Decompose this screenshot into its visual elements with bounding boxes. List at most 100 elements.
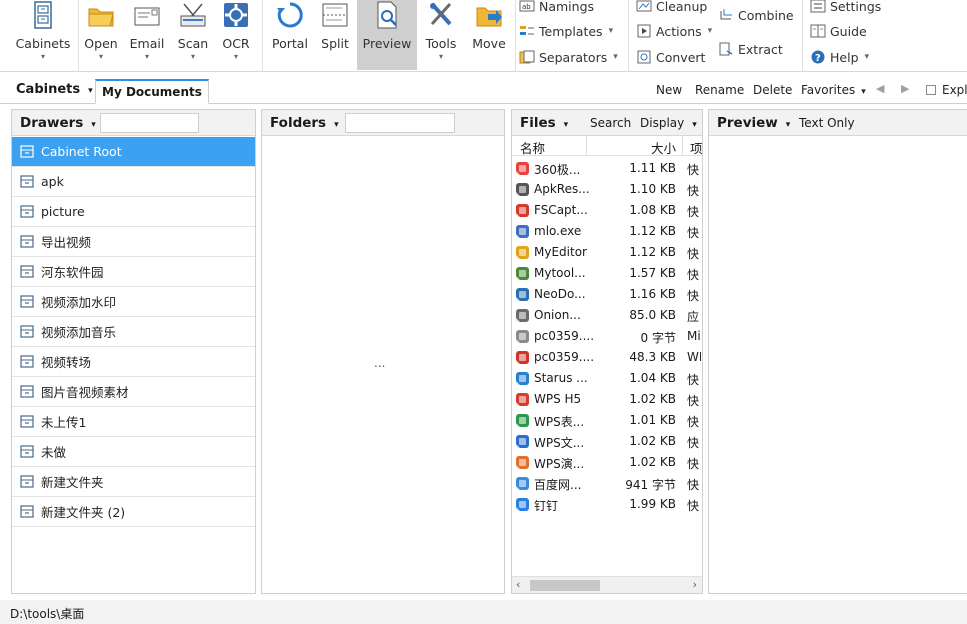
file-row[interactable]: WPS表... 1.01 KB 快 [512,410,702,431]
explore-checkbox[interactable] [926,85,936,95]
file-icon [515,245,530,260]
column-divider[interactable] [586,136,587,155]
drawer-item[interactable]: 未做 [12,437,255,467]
cleanup-button[interactable]: Cleanup [636,0,707,17]
file-row[interactable]: WPS H5 1.02 KB 快 [512,389,702,410]
chevron-down-icon: ▾ [861,87,866,97]
folders-dropdown[interactable]: Folders ▾ [270,115,339,131]
folders-placeholder: ... [374,356,386,370]
move-icon [476,7,502,27]
column-header-name[interactable]: 名称 [520,138,545,157]
drawer-icon [20,235,34,248]
split-button[interactable]: Split [314,0,356,70]
column-header-size[interactable]: 大小 [651,138,676,157]
file-icon [515,392,530,407]
drawer-item-label: picture [41,204,85,219]
templates-button[interactable]: Templates ▾ [519,20,613,42]
help-button[interactable]: ? Help ▾ [810,46,869,68]
file-row[interactable]: Starus ... 1.04 KB 快 [512,368,702,389]
chevron-right-icon[interactable]: › [693,578,697,591]
ribbon-toolbar: Cabinets ▾ Open ▾ Email ▾ Scan ▾ OCR ▾ P… [0,0,967,72]
rename-button[interactable]: Rename [695,83,744,97]
drawer-item[interactable]: 视频添加水印 [12,287,255,317]
drawer-item[interactable]: 新建文件夹 [12,467,255,497]
file-row[interactable]: MyEditor 1.12 KB 快 [512,242,702,263]
file-type: 快 [687,478,700,492]
preview-mode-text-only[interactable]: Text Only [799,116,855,130]
column-header-type[interactable]: 项 [690,138,703,157]
search-button[interactable]: Search [590,116,631,130]
forward-arrow-icon[interactable]: ▶ [901,82,909,95]
drawer-item[interactable]: apk [12,167,255,197]
file-row[interactable]: 百度网... 941 字节快 [512,473,702,494]
separators-button[interactable]: Separators ▾ [519,46,618,68]
files-dropdown[interactable]: Files ▾ [520,115,568,131]
drawer-item[interactable]: 未上传1 [12,407,255,437]
file-row[interactable]: 钉钉 1.99 KB 快 [512,494,702,515]
chevron-down-icon: ▾ [190,52,195,61]
file-type: 快 [687,268,700,282]
portal-button[interactable]: Portal [268,0,312,70]
tab-my-documents[interactable]: My Documents [95,79,209,104]
extract-button[interactable]: Extract [718,38,783,60]
chevron-down-icon: ▾ [785,120,791,130]
favorites-dropdown[interactable]: Favorites ▾ [801,83,866,97]
file-row[interactable]: pc0359.... 48.3 KB WF [512,347,702,368]
file-size: 1.02 KB [629,455,676,469]
file-row[interactable]: WPS文... 1.02 KB 快 [512,431,702,452]
open-button[interactable]: Open ▾ [80,0,122,70]
files-horizontal-scrollbar[interactable]: ‹ › [512,576,702,593]
file-row[interactable]: pc0359.... 0 字节 Mi [512,326,702,347]
cleanup-icon [636,0,652,13]
drawers-dropdown[interactable]: Drawers ▾ [20,115,96,131]
drawers-header: Drawers ▾ [12,110,255,136]
file-row[interactable]: ApkRes... 1.10 KB 快 [512,179,702,200]
move-button[interactable]: Move [466,0,512,70]
drawer-item-label: 视频转场 [41,355,92,370]
drawer-item[interactable]: 导出视频 [12,227,255,257]
drawer-item[interactable]: Cabinet Root [12,137,255,167]
file-row[interactable]: FSCapt... 1.08 KB 快 [512,200,702,221]
drawer-item[interactable]: 新建文件夹 (2) [12,497,255,527]
settings-button[interactable]: Settings [810,0,881,17]
ocr-button[interactable]: OCR ▾ [216,0,256,70]
back-arrow-icon[interactable]: ◀ [876,82,884,95]
file-row[interactable]: NeoDo... 1.16 KB 快 [512,284,702,305]
cabinets-dropdown[interactable]: Cabinets ▾ [16,82,93,97]
drawer-item[interactable]: 河东软件园 [12,257,255,287]
drawer-item-label: 视频添加水印 [41,295,117,310]
drawer-item[interactable]: picture [12,197,255,227]
preview-button[interactable]: Preview [357,0,417,70]
file-row[interactable]: Mytool... 1.57 KB 快 [512,263,702,284]
namings-button[interactable]: ab Namings [519,0,594,17]
column-divider[interactable] [682,136,683,155]
scan-button[interactable]: Scan ▾ [172,0,214,70]
delete-button[interactable]: Delete [753,83,792,97]
file-row[interactable]: mlo.exe 1.12 KB 快 [512,221,702,242]
file-row[interactable]: WPS演... 1.02 KB 快 [512,452,702,473]
guide-button[interactable]: Guide [810,20,867,42]
file-row[interactable]: Onion... 85.0 KB 应 [512,305,702,326]
combine-button[interactable]: Combine [718,4,794,26]
folders-filter-input[interactable] [345,113,455,133]
cabinets-button[interactable]: Cabinets ▾ [12,0,74,70]
drawer-icon [20,385,34,398]
drawer-item[interactable]: 视频添加音乐 [12,317,255,347]
drawer-item[interactable]: 视频转场 [12,347,255,377]
email-button[interactable]: Email ▾ [126,0,168,70]
file-row[interactable]: 360极... 1.11 KB 快 [512,158,702,179]
convert-button[interactable]: Convert [636,46,705,68]
drawers-filter-input[interactable] [100,113,199,133]
new-button[interactable]: New [656,83,682,97]
file-name: WPS文... [534,436,585,450]
actions-button[interactable]: Actions ▾ [636,20,712,42]
scrollbar-thumb[interactable] [530,580,600,591]
drawer-item[interactable]: 图片音视频素材 [12,377,255,407]
display-dropdown[interactable]: Display ▾ [640,116,697,130]
file-name: Mytool... [534,266,586,280]
tools-button[interactable]: Tools ▾ [420,0,462,70]
file-name: WPS H5 [534,392,582,406]
ribbon-separator [628,0,629,72]
preview-dropdown[interactable]: Preview ▾ [717,115,790,131]
chevron-left-icon[interactable]: ‹ [516,578,520,591]
